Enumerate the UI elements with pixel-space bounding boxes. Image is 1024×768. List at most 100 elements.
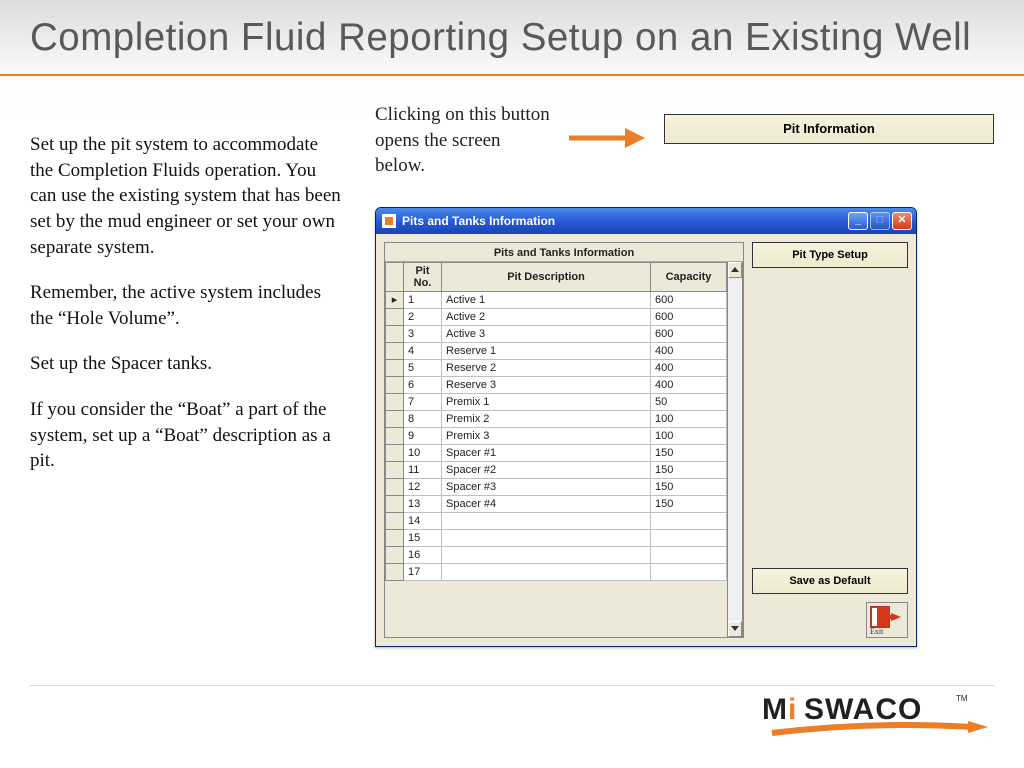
table-row[interactable]: 4Reserve 1400 <box>386 342 727 359</box>
row-indicator <box>386 529 404 546</box>
app-icon <box>382 214 396 228</box>
table-row[interactable]: ▸1Active 1600 <box>386 291 727 308</box>
cell-capacity[interactable]: 400 <box>651 342 727 359</box>
cell-pit-desc[interactable]: Reserve 3 <box>442 376 651 393</box>
callout-text: Clicking on this button opens the screen… <box>375 102 555 179</box>
table-scrollbar[interactable] <box>727 262 743 637</box>
cell-pit-desc[interactable] <box>442 512 651 529</box>
table-row[interactable]: 17 <box>386 563 727 580</box>
pits-table[interactable]: Pit No. Pit Description Capacity ▸1Activ… <box>385 262 727 581</box>
table-row[interactable]: 14 <box>386 512 727 529</box>
col-capacity[interactable]: Capacity <box>651 262 727 291</box>
cell-pit-no[interactable]: 2 <box>404 308 442 325</box>
table-row[interactable]: 10Spacer #1150 <box>386 444 727 461</box>
table-row[interactable]: 9Premix 3100 <box>386 427 727 444</box>
cell-capacity[interactable]: 600 <box>651 291 727 308</box>
cell-pit-desc[interactable] <box>442 546 651 563</box>
table-row[interactable]: 16 <box>386 546 727 563</box>
cell-pit-desc[interactable]: Premix 2 <box>442 410 651 427</box>
row-indicator <box>386 359 404 376</box>
table-row[interactable]: 8Premix 2100 <box>386 410 727 427</box>
table-row[interactable]: 2Active 2600 <box>386 308 727 325</box>
cell-pit-no[interactable]: 15 <box>404 529 442 546</box>
cell-capacity[interactable]: 100 <box>651 427 727 444</box>
cell-pit-no[interactable]: 14 <box>404 512 442 529</box>
cell-pit-desc[interactable]: Premix 1 <box>442 393 651 410</box>
cell-capacity[interactable]: 400 <box>651 359 727 376</box>
cell-capacity[interactable]: 50 <box>651 393 727 410</box>
cell-pit-no[interactable]: 17 <box>404 563 442 580</box>
cell-pit-desc[interactable]: Reserve 2 <box>442 359 651 376</box>
cell-pit-desc[interactable] <box>442 529 651 546</box>
table-row[interactable]: 15 <box>386 529 727 546</box>
cell-pit-no[interactable]: 10 <box>404 444 442 461</box>
row-indicator <box>386 427 404 444</box>
scroll-track[interactable] <box>728 278 742 621</box>
table-row[interactable]: 12Spacer #3150 <box>386 478 727 495</box>
pit-type-setup-button[interactable]: Pit Type Setup <box>752 242 908 268</box>
cell-pit-desc[interactable]: Spacer #2 <box>442 461 651 478</box>
window-maximize-button[interactable]: □ <box>870 212 890 230</box>
exit-label: Exit <box>870 627 883 636</box>
cell-pit-no[interactable]: 12 <box>404 478 442 495</box>
cell-capacity[interactable] <box>651 512 727 529</box>
scroll-up-button[interactable] <box>728 262 742 278</box>
window-close-button[interactable]: ✕ <box>892 212 912 230</box>
cell-pit-desc[interactable] <box>442 563 651 580</box>
cell-pit-no[interactable]: 7 <box>404 393 442 410</box>
table-row[interactable]: 3Active 3600 <box>386 325 727 342</box>
cell-pit-no[interactable]: 8 <box>404 410 442 427</box>
save-as-default-button[interactable]: Save as Default <box>752 568 908 594</box>
row-indicator <box>386 393 404 410</box>
cell-capacity[interactable]: 150 <box>651 444 727 461</box>
cell-pit-no[interactable]: 4 <box>404 342 442 359</box>
cell-pit-desc[interactable]: Spacer #1 <box>442 444 651 461</box>
cell-pit-desc[interactable]: Spacer #4 <box>442 495 651 512</box>
table-row[interactable]: 7Premix 150 <box>386 393 727 410</box>
cell-capacity[interactable]: 400 <box>651 376 727 393</box>
cell-capacity[interactable] <box>651 529 727 546</box>
para-1: Set up the pit system to accommodate the… <box>30 132 345 260</box>
scroll-down-button[interactable] <box>728 621 742 637</box>
table-row[interactable]: 11Spacer #2150 <box>386 461 727 478</box>
cell-pit-desc[interactable]: Active 3 <box>442 325 651 342</box>
row-indicator <box>386 444 404 461</box>
cell-pit-desc[interactable]: Premix 3 <box>442 427 651 444</box>
cell-pit-desc[interactable]: Active 1 <box>442 291 651 308</box>
cell-capacity[interactable]: 150 <box>651 461 727 478</box>
arrow-icon <box>567 122 647 159</box>
cell-capacity[interactable]: 150 <box>651 495 727 512</box>
cell-pit-no[interactable]: 1 <box>404 291 442 308</box>
cell-capacity[interactable] <box>651 563 727 580</box>
col-pit-no[interactable]: Pit No. <box>404 262 442 291</box>
window-minimize-button[interactable]: _ <box>848 212 868 230</box>
cell-pit-no[interactable]: 13 <box>404 495 442 512</box>
cell-pit-no[interactable]: 6 <box>404 376 442 393</box>
para-4: If you consider the “Boat” a part of the… <box>30 397 345 474</box>
window-titlebar[interactable]: Pits and Tanks Information _ □ ✕ <box>376 208 916 234</box>
col-pit-desc[interactable]: Pit Description <box>442 262 651 291</box>
para-2: Remember, the active system includes the… <box>30 280 345 331</box>
exit-button[interactable]: Exit <box>866 602 908 638</box>
cell-pit-no[interactable]: 5 <box>404 359 442 376</box>
table-row[interactable]: 6Reserve 3400 <box>386 376 727 393</box>
pit-information-button[interactable]: Pit Information <box>664 114 994 144</box>
cell-pit-desc[interactable]: Spacer #3 <box>442 478 651 495</box>
cell-pit-no[interactable]: 9 <box>404 427 442 444</box>
table-row[interactable]: 13Spacer #4150 <box>386 495 727 512</box>
window-side-buttons: Pit Type Setup Save as Default Exit <box>752 242 908 638</box>
page-title: Completion Fluid Reporting Setup on an E… <box>0 0 1024 60</box>
cell-pit-desc[interactable]: Reserve 1 <box>442 342 651 359</box>
cell-pit-no[interactable]: 16 <box>404 546 442 563</box>
cell-capacity[interactable]: 150 <box>651 478 727 495</box>
window-title: Pits and Tanks Information <box>402 214 555 228</box>
cell-capacity[interactable] <box>651 546 727 563</box>
cell-pit-no[interactable]: 3 <box>404 325 442 342</box>
row-indicator <box>386 495 404 512</box>
table-row[interactable]: 5Reserve 2400 <box>386 359 727 376</box>
cell-capacity[interactable]: 600 <box>651 308 727 325</box>
cell-pit-desc[interactable]: Active 2 <box>442 308 651 325</box>
cell-capacity[interactable]: 600 <box>651 325 727 342</box>
cell-pit-no[interactable]: 11 <box>404 461 442 478</box>
cell-capacity[interactable]: 100 <box>651 410 727 427</box>
